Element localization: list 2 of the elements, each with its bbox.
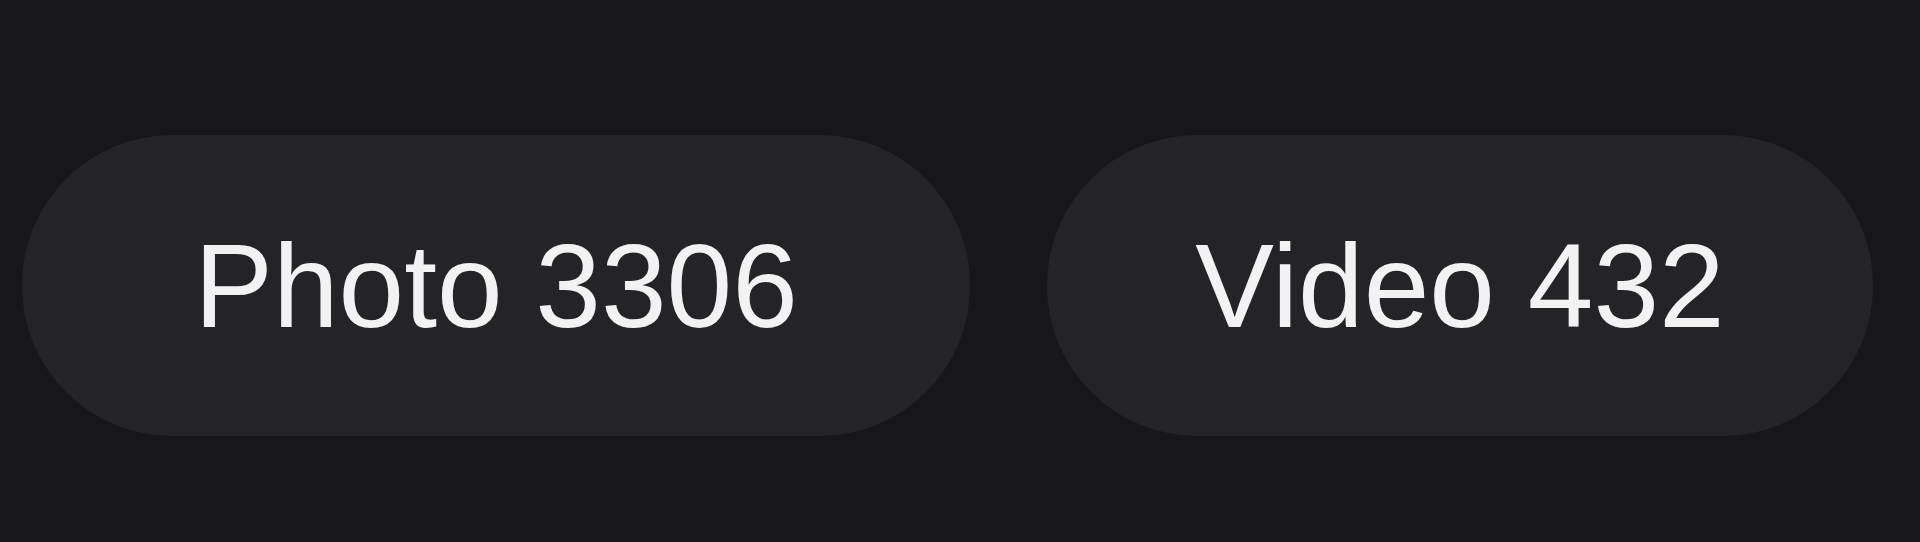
media-tab[interactable]: Video 432 — [1047, 135, 1873, 436]
media-tab[interactable]: Photo 3306 — [22, 135, 970, 436]
